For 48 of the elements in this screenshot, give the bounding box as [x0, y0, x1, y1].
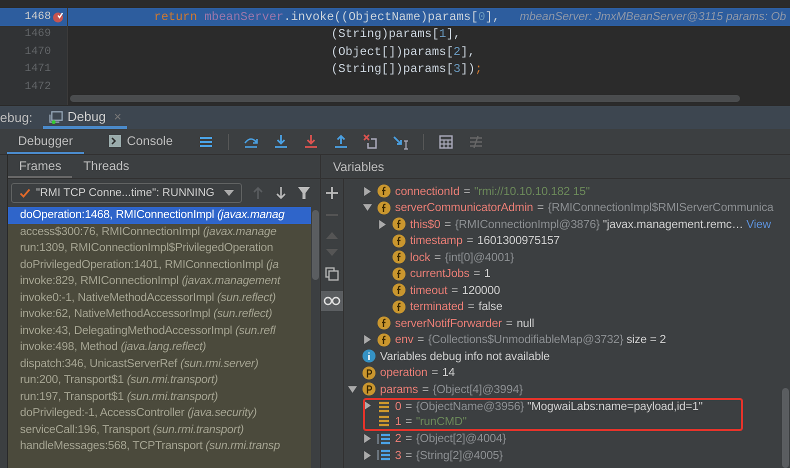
stack-frame[interactable]: invoke:43, DelegatingMethodAccessorImpl (sun.refl — [8, 322, 311, 339]
stack-frame[interactable]: invoke:62, NativeMethodAccessorImpl (sun.reflect) — [8, 306, 311, 322]
stack-frame[interactable]: run:200, Transport$1 (sun.rmi.transport) — [8, 372, 311, 388]
code-line: return mbeanServer.invoke((ObjectName)params[0], — [154, 10, 500, 24]
tab-label: Debug — [68, 108, 106, 124]
variable-entry: lock = {int[0]@4001} — [410, 250, 514, 264]
info-message: Variables debug info not available — [380, 350, 550, 363]
stack-frame[interactable]: dispatch:346, UnicastServerRef (sun.rmi.server) — [8, 356, 311, 372]
variable-entry: env = {Collections$UnmodifiableMap@3732} size = 2 — [395, 333, 666, 346]
variable-entry: timeout = 120000 — [410, 284, 500, 297]
variable-entry: serverCommunicatorAdmin = {RMIConnectionImpl$RMIServerCommunica — [395, 201, 774, 214]
stack-frame[interactable]: serviceCall:196, Transport (sun.rmi.transport) — [8, 422, 311, 438]
stack-frame[interactable]: doPrivileged:-1, AccessController (java.security) — [8, 405, 311, 422]
toolbar-tab[interactable]: Console — [98, 129, 184, 154]
toolbar-tab[interactable]: Debugger — [7, 129, 84, 154]
code-line: (String)params[1], — [331, 27, 461, 42]
stack-frame[interactable]: handleMessages:568, TCPTransport (sun.rmi.transp — [8, 438, 311, 454]
panel-tab[interactable]: Frames — [8, 155, 72, 178]
variable-entry: currentJobs = 1 — [410, 267, 491, 280]
stack-frame[interactable]: invoke:498, Method (java.lang.reflect) — [8, 339, 311, 356]
code-line: (Object[])params[2], — [331, 44, 476, 59]
line-number: 1468 — [24, 10, 51, 23]
code-line: (String[])params[3]); — [331, 62, 482, 76]
stack-frame[interactable]: doOperation:1468, RMIConnectionImpl (javax.manag — [8, 207, 311, 224]
variable-entry: 2 = {Object[2]@4004} — [395, 432, 506, 446]
variable-entry: 0 = {ObjectName@3956} "MogwaiLabs:name=payload,id=1" — [395, 400, 703, 414]
variable-entry: timestamp = 1601300975157 — [410, 234, 560, 248]
variable-entry: params = {Object[4]@3994} — [380, 382, 523, 396]
variable-entry: serverNotifForwarder = null — [395, 316, 534, 330]
inline-value-hint: mbeanServer: JmxMBeanServer@3115 params: Ob — [520, 10, 786, 23]
stack-frame[interactable]: run:1309, RMIConnectionImpl$PrivilegedOperation — [8, 240, 311, 256]
panel-tab[interactable]: Threads — [72, 155, 140, 178]
tool-window-label: ebug: — [0, 110, 33, 125]
variable-entry: connectionId = "rmi://10.10.10.182 15" — [395, 184, 590, 198]
variable-entry: 3 = {String[2]@4005} — [395, 448, 503, 462]
stack-frame[interactable]: access$300:76, RMIConnectionImpl (javax.manage — [8, 224, 311, 240]
stack-frame[interactable]: invoke0:-1, NativeMethodAccessorImpl (sun.reflect) — [8, 290, 311, 306]
stack-frame[interactable]: invoke:829, RMIConnectionImpl (javax.management — [8, 273, 311, 290]
stack-frame[interactable]: run:197, Transport$1 (sun.rmi.transport) — [8, 388, 311, 405]
variable-entry: this$0 = {RMIConnectionImpl@3876} "javax.management.remc… View — [410, 218, 771, 231]
variable-entry: terminated = false — [410, 300, 502, 314]
debug-tab[interactable]: Debug × — [42, 106, 128, 129]
variable-entry: operation = 14 — [380, 366, 455, 380]
stack-frame[interactable]: doPrivilegedOperation:1401, RMIConnectionImpl (ja — [8, 256, 311, 273]
panel-title: Variables — [333, 160, 384, 174]
close-icon[interactable]: × — [114, 108, 122, 124]
thread-dropdown[interactable]: "RMI TCP Conne...time": RUNNING — [11, 183, 242, 203]
variable-entry: 1 = "runCMD" — [395, 414, 467, 428]
